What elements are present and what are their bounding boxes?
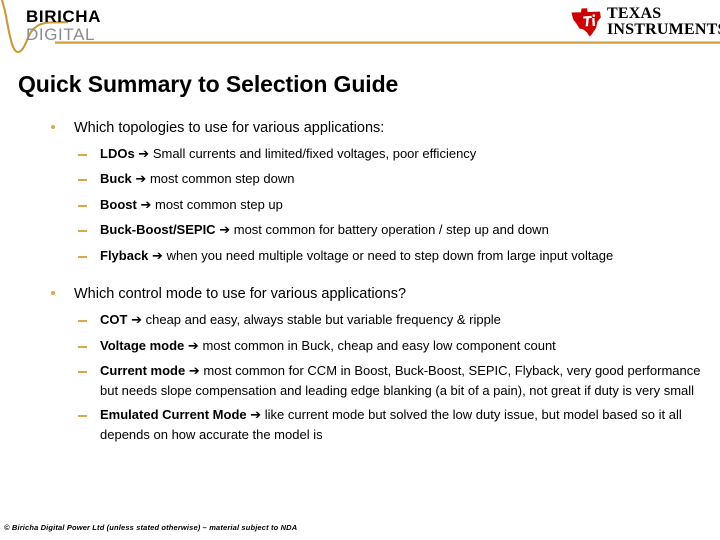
bullet-term: Voltage mode — [100, 337, 185, 353]
bullet-level1: Which topologies to use for various appl… — [0, 118, 720, 139]
bullet-level2: Current mode ➔ most common for CCM in Bo… — [0, 362, 720, 400]
biricha-logo-line1: BIRICHA — [26, 7, 102, 26]
bullet-text: most common for battery operation / step… — [233, 222, 549, 238]
bullet-text: most common step up — [155, 196, 283, 212]
bullet-term: Boost — [100, 196, 137, 212]
bullet-text: most common in Buck, cheap and easy low … — [202, 337, 556, 353]
bullet-dash-icon — [78, 153, 87, 156]
bullet-term: Current mode — [100, 363, 186, 379]
bullet-level2: Buck-Boost/SEPIC ➔ most common for batte… — [0, 221, 720, 241]
bullet-term: COT — [100, 312, 128, 328]
bullet-text: when you need multiple voltage or need t… — [166, 247, 614, 263]
bullet-term: LDOs — [100, 145, 135, 161]
arrow-icon: ➔ — [131, 313, 142, 329]
bullet-dash-icon — [78, 179, 87, 182]
bullet-level1-label: Which control mode to use for various ap… — [74, 286, 407, 303]
bullet-level2: Emulated Current Mode ➔ like current mod… — [0, 406, 720, 444]
bullet-text: most common step down — [149, 171, 295, 187]
bullet-level1-label: Which topologies to use for various appl… — [74, 120, 385, 136]
bullet-level2: Flyback ➔ when you need multiple voltage… — [0, 247, 720, 267]
bullet-term: Emulated Current Mode — [100, 407, 247, 423]
page-title: Quick Summary to Selection Guide — [18, 71, 399, 97]
slide-body: Which topologies to use for various appl… — [0, 118, 720, 445]
arrow-icon: ➔ — [219, 223, 231, 239]
ti-wordmark-line1: TEXAS — [607, 4, 662, 22]
arrow-icon: ➔ — [152, 248, 163, 264]
arrow-icon: ➔ — [138, 146, 150, 162]
bullet-dot-icon — [51, 125, 55, 129]
bullet-level2: COT ➔ cheap and easy, always stable but … — [0, 311, 720, 331]
bullet-dash-icon — [78, 320, 87, 323]
bullet-level2: Boost ➔ most common step up — [0, 196, 720, 216]
bullet-dash-icon — [78, 255, 87, 258]
bullet-level2: Voltage mode ➔ most common in Buck, chea… — [0, 337, 720, 357]
bullet-term: Buck-Boost/SEPIC — [100, 222, 216, 238]
arrow-icon: ➔ — [140, 197, 152, 213]
bullet-text: cheap and easy, always stable but variab… — [145, 312, 501, 328]
bullet-dash-icon — [78, 345, 87, 348]
slide: BIRICHA DIGITAL TEXAS INSTRUMENTS Quick … — [0, 0, 720, 540]
texas-instruments-logo: TEXAS INSTRUMENTS — [570, 4, 720, 40]
bullet-dash-icon — [78, 415, 87, 418]
arrow-icon: ➔ — [188, 364, 200, 380]
ti-wordmark: TEXAS INSTRUMENTS — [607, 4, 720, 39]
bullet-dash-icon — [78, 371, 87, 374]
bullet-level2: LDOs ➔ Small currents and limited/fixed … — [0, 145, 720, 165]
bullet-dash-icon — [78, 230, 87, 233]
bullet-text: Small currents and limited/fixed voltage… — [152, 145, 477, 161]
bullet-term: Flyback — [100, 247, 149, 263]
bullet-dot-icon — [51, 291, 55, 296]
texas-state-icon — [571, 8, 601, 37]
footer-copyright: © Biricha Digital Power Ltd (unless stat… — [4, 523, 298, 532]
slide-header: BIRICHA DIGITAL TEXAS INSTRUMENTS — [0, 0, 720, 60]
bullet-dash-icon — [78, 204, 87, 207]
bullet-term: Buck — [100, 171, 132, 187]
arrow-icon: ➔ — [250, 408, 262, 424]
arrow-icon: ➔ — [135, 172, 147, 188]
bullet-level2: Buck ➔ most common step down — [0, 170, 720, 190]
biricha-logo: BIRICHA DIGITAL — [26, 8, 101, 43]
ti-wordmark-line2: INSTRUMENTS — [607, 21, 720, 38]
header-gold-rule — [55, 41, 720, 44]
bullet-level1: Which control mode to use for various ap… — [0, 284, 720, 305]
arrow-icon: ➔ — [187, 338, 199, 354]
